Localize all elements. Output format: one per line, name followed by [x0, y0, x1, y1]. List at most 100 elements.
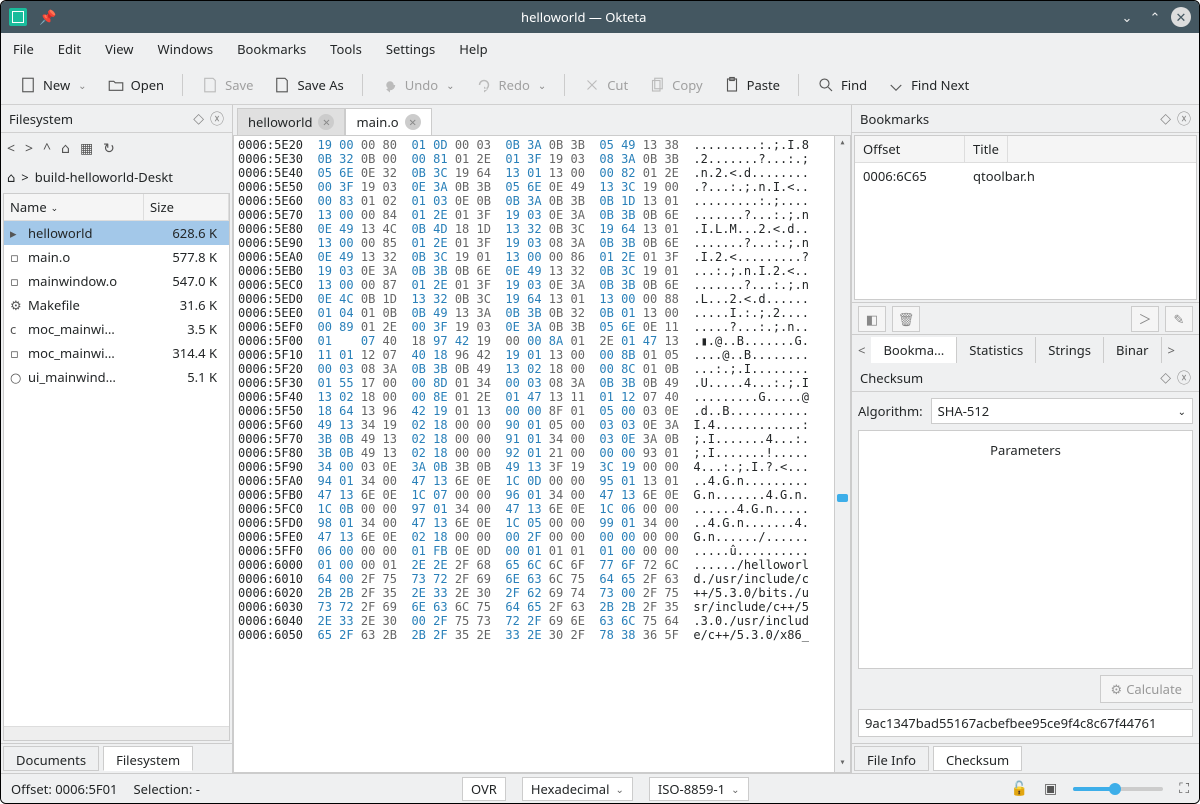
charset-select[interactable]: ISO-8859-1⌄ — [649, 777, 749, 801]
right-tab[interactable]: Bookma… — [871, 337, 957, 363]
doc-tab[interactable]: helloworld× — [237, 108, 345, 135]
filesystem-panel: Filesystem ◇ ⓧ < > ^ ⌂ ▦ ↻ ⌂ > build-hel… — [1, 105, 233, 773]
right-panel: Bookmarks ◇ ⓧ Offset Title 0006:6C65qtoo… — [851, 105, 1199, 773]
panel-close-icon[interactable]: ⓧ — [1177, 109, 1191, 129]
panel-close-icon[interactable]: ⓧ — [1177, 368, 1191, 388]
redo-button[interactable]: Redo⌄ — [467, 72, 555, 98]
menu-bookmarks[interactable]: Bookmarks — [237, 40, 306, 58]
tab-scroll-left[interactable]: < — [852, 341, 871, 359]
file-row[interactable]: ▫main.o577.8 K — [4, 245, 229, 269]
titlebar: 📌 helloworld — Okteta ⌄ ⌃ ✕ — [1, 1, 1199, 33]
left-tab-documents[interactable]: Documents — [3, 746, 99, 771]
right-tab[interactable]: Binar — [1104, 337, 1162, 363]
parameters-box: Parameters — [858, 430, 1193, 669]
tab-close-icon[interactable]: × — [405, 114, 421, 130]
menu-edit[interactable]: Edit — [58, 40, 81, 58]
nav-up-icon[interactable]: ^ — [43, 139, 51, 158]
nav-home-icon[interactable]: ⌂ — [61, 139, 70, 158]
tab-scroll-right[interactable]: > — [1162, 341, 1181, 359]
file-icon: ▸ — [10, 224, 28, 242]
right-tabs: < Bookma…StatisticsStringsBinar> — [852, 334, 1199, 364]
tab-close-icon[interactable]: × — [318, 114, 334, 130]
save-button[interactable]: Save — [193, 72, 261, 98]
bookmark-row[interactable]: 0006:6C65qtoolbar.h — [855, 163, 1196, 189]
new-button[interactable]: New⌄ — [11, 72, 95, 98]
status-offset: Offset: 0006:5F01 — [11, 780, 118, 798]
paste-button[interactable]: Paste — [715, 72, 788, 98]
zoom-fullscreen-icon[interactable]: ⛶ — [1179, 779, 1189, 798]
panel-close-icon[interactable]: ⓧ — [210, 109, 224, 129]
right-bottom-tab[interactable]: Checksum — [933, 746, 1022, 771]
reload-icon[interactable]: ↻ — [103, 139, 115, 158]
save-as-button[interactable]: Save As — [265, 72, 351, 98]
file-icon: ▫ — [10, 272, 28, 290]
app-icon — [9, 8, 27, 26]
checksum-output[interactable]: 9ac1347bad55167acbefbee95ce9f4c8c67f4476… — [858, 709, 1193, 737]
right-tab[interactable]: Statistics — [957, 337, 1036, 363]
v-scrollbar[interactable]: ▴▾ — [834, 136, 850, 772]
panel-diamond-icon[interactable]: ◇ — [193, 109, 204, 128]
menu-file[interactable]: File — [13, 40, 34, 58]
find-button[interactable]: Find — [809, 72, 875, 98]
menubar: File Edit View Windows Bookmarks Tools Setting… — [1, 33, 1199, 65]
col-size-header[interactable]: Size — [144, 194, 229, 220]
cut-button[interactable]: Cut — [575, 72, 636, 98]
open-button[interactable]: Open — [99, 72, 173, 98]
file-row[interactable]: ⚙Makefile31.6 K — [4, 293, 229, 317]
nav-back-icon[interactable]: < — [7, 139, 15, 158]
col-name-header[interactable]: Name ⌄ — [4, 194, 144, 220]
panel-diamond-icon[interactable]: ◇ — [1160, 368, 1171, 387]
left-tab-filesystem[interactable]: Filesystem — [103, 746, 193, 771]
file-icon: ▫ — [10, 248, 28, 266]
copy-button[interactable]: Copy — [640, 72, 710, 98]
file-list: Name ⌄ Size ▸helloworld628.6 K▫main.o577… — [3, 193, 230, 741]
maximize-button[interactable]: ⌃ — [1143, 5, 1167, 29]
fs-nav-toolbar: < > ^ ⌂ ▦ ↻ — [1, 133, 232, 163]
menu-windows[interactable]: Windows — [158, 40, 214, 58]
menu-tools[interactable]: Tools — [330, 40, 362, 58]
bookmark-delete-icon[interactable]: 🗑 — [892, 306, 920, 332]
bookmark-go-icon[interactable]: ＞ — [1131, 306, 1159, 332]
bookmark-add-icon[interactable]: ◧ — [858, 306, 886, 332]
pin-icon[interactable]: 📌 — [39, 8, 56, 27]
document-tabs: helloworld×main.o× — [233, 105, 851, 135]
window-title: helloworld — Okteta — [56, 8, 1111, 26]
file-row[interactable]: ▫mainwindow.o547.0 K — [4, 269, 229, 293]
menu-settings[interactable]: Settings — [386, 40, 435, 58]
breadcrumb[interactable]: ⌂ > build-helloworld-Deskt — [1, 163, 232, 191]
calculate-button[interactable]: ⚙ Calculate — [1100, 675, 1193, 703]
bookmark-edit-icon[interactable]: ✎ — [1165, 306, 1193, 332]
bookmark-table: Offset Title 0006:6C65qtoolbar.h — [854, 135, 1197, 300]
nav-forward-icon[interactable]: > — [25, 139, 33, 158]
algorithm-select[interactable]: SHA-512⌄ — [931, 398, 1193, 424]
bm-col-title[interactable]: Title — [965, 136, 1008, 162]
minimize-button[interactable]: ⌄ — [1115, 5, 1139, 29]
panel-diamond-icon[interactable]: ◇ — [1160, 109, 1171, 128]
file-row[interactable]: ○ui_mainwind…5.1 K — [4, 365, 229, 389]
menu-help[interactable]: Help — [459, 40, 487, 58]
file-row[interactable]: ▸helloworld628.6 K — [4, 221, 229, 245]
view-grid-icon[interactable]: ▦ — [80, 139, 93, 158]
hex-editor[interactable]: 0006:5E20 19 00 00 80 01 0D 00 03 0B 3A … — [233, 135, 851, 773]
file-row[interactable]: ▫moc_mainwi…314.4 K — [4, 341, 229, 365]
h-scrollbar[interactable] — [4, 726, 229, 740]
bookmark-toolbar: ◧ 🗑 ＞ ✎ — [852, 302, 1199, 334]
encoding-select[interactable]: Hexadecimal⌄ — [522, 777, 633, 801]
find-next-button[interactable]: Find Next — [879, 72, 977, 98]
menu-view[interactable]: View — [105, 40, 133, 58]
close-button[interactable]: ✕ — [1171, 7, 1191, 27]
right-tab[interactable]: Strings — [1036, 337, 1104, 363]
bm-col-offset[interactable]: Offset — [855, 136, 965, 162]
zoom-slider[interactable] — [1073, 787, 1163, 791]
zoom-fit-icon[interactable]: ▣ — [1044, 779, 1057, 798]
statusbar: Offset: 0006:5F01 Selection: - OVR Hexad… — [1, 773, 1199, 803]
status-selection: Selection: - — [134, 780, 200, 798]
file-icon: ▫ — [10, 344, 28, 362]
toolbar: New⌄ Open Save Save As Undo⌄ Redo⌄ Cut C… — [1, 65, 1199, 105]
overwrite-mode[interactable]: OVR — [462, 777, 506, 801]
file-row[interactable]: cmoc_mainwi…3.5 K — [4, 317, 229, 341]
undo-button[interactable]: Undo⌄ — [373, 72, 463, 98]
right-bottom-tab[interactable]: File Info — [854, 746, 929, 771]
lock-icon[interactable]: 🔓 — [1011, 779, 1028, 798]
doc-tab[interactable]: main.o× — [345, 108, 431, 135]
